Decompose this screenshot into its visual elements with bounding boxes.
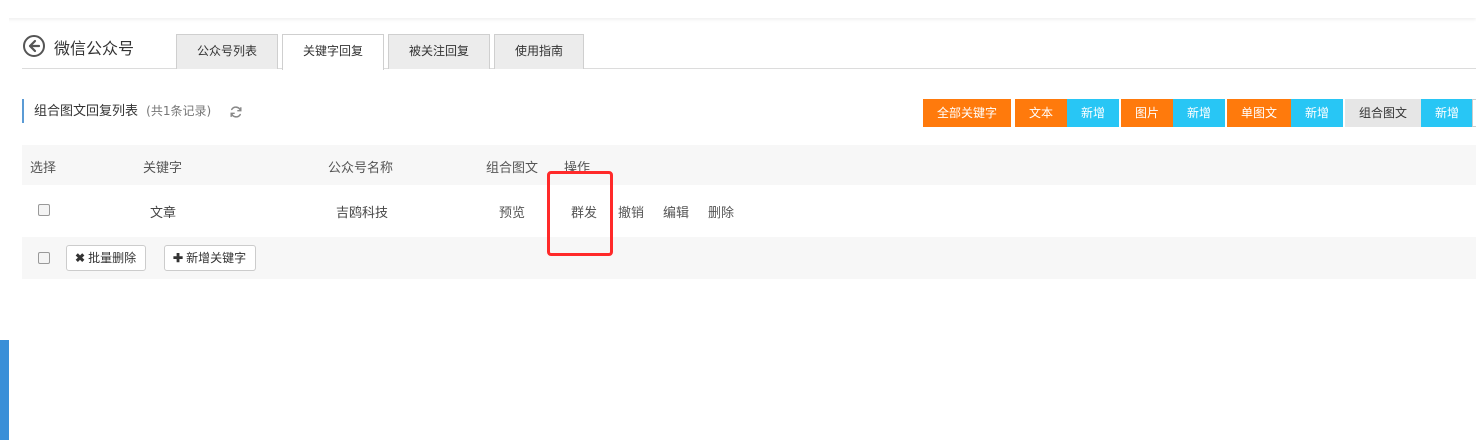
preview-link[interactable]: 预览 (499, 202, 525, 221)
add-keyword-label: 新增关键字 (186, 251, 247, 265)
image-filter-button[interactable]: 图片 (1121, 99, 1174, 127)
left-edge-accent (0, 340, 9, 440)
add-single-news-button[interactable]: 新增 (1291, 99, 1344, 127)
page-header: 微信公众号 公众号列表 关键字回复 被关注回复 使用指南 (22, 32, 1476, 70)
table-row: 文章 吉鸥科技 预览 群发 撤销 编辑 删除 (22, 185, 1476, 237)
page-title: 微信公众号 (54, 39, 135, 58)
batch-delete-label: 批量删除 (88, 251, 137, 265)
batch-delete-button[interactable]: ✖ 批量删除 (66, 245, 147, 271)
text-group: 文本 新增 (1015, 99, 1120, 127)
image-group: 图片 新增 (1121, 99, 1226, 127)
tab-account-list[interactable]: 公众号列表 (176, 34, 279, 69)
multi-news-group: 组合图文 新增 (1345, 99, 1474, 127)
revoke-link[interactable]: 撤销 (618, 202, 644, 221)
plus-icon: ✚ (173, 251, 184, 265)
row-checkbox[interactable] (38, 204, 50, 216)
tab-keyword-reply[interactable]: 关键字回复 (282, 34, 385, 70)
refresh-icon[interactable] (229, 105, 243, 119)
add-keyword-button[interactable]: ✚ 新增关键字 (164, 245, 257, 271)
multi-news-filter-button[interactable]: 组合图文 (1345, 99, 1422, 127)
table-footer: ✖ 批量删除 ✚ 新增关键字 (22, 237, 1476, 279)
add-text-button[interactable]: 新增 (1067, 99, 1120, 127)
single-news-group: 单图文 新增 (1227, 99, 1344, 127)
all-keywords-button[interactable]: 全部关键字 (923, 99, 1012, 127)
row-keyword: 文章 (150, 206, 177, 221)
table-header: 选择 关键字 公众号名称 组合图文 操作 (22, 145, 1476, 185)
add-multi-news-button[interactable]: 新增 (1421, 99, 1474, 127)
delete-link[interactable]: 删除 (708, 202, 734, 221)
edit-link[interactable]: 编辑 (663, 202, 689, 221)
times-icon: ✖ (75, 251, 86, 265)
list-header: 组合图文回复列表 (共1条记录) (22, 99, 243, 123)
keyword-table: 选择 关键字 公众号名称 组合图文 操作 文章 吉鸥科技 预览 群发 撤销 编辑… (22, 145, 1476, 279)
text-filter-button[interactable]: 文本 (1015, 99, 1068, 127)
back-arrow-icon[interactable] (22, 34, 46, 58)
col-select: 选择 (30, 161, 57, 176)
all-keywords-group: 全部关键字 (923, 99, 1012, 127)
record-count: (共1条记录) (146, 104, 212, 118)
col-account: 公众号名称 (328, 161, 394, 176)
left-edge (0, 0, 9, 440)
list-title: 组合图文回复列表 (34, 104, 139, 119)
top-bar (0, 0, 1476, 18)
col-multi-news: 组合图文 (486, 161, 539, 176)
tab-bar: 公众号列表 关键字回复 被关注回复 使用指南 (176, 34, 588, 70)
single-news-filter-button[interactable]: 单图文 (1227, 99, 1292, 127)
add-image-button[interactable]: 新增 (1173, 99, 1226, 127)
mass-send-link[interactable]: 群发 (571, 202, 597, 221)
cropped-button[interactable] (1472, 99, 1476, 127)
col-keyword: 关键字 (143, 161, 183, 176)
tab-follow-reply[interactable]: 被关注回复 (388, 34, 491, 69)
select-all-checkbox[interactable] (38, 252, 50, 264)
row-account: 吉鸥科技 (336, 206, 389, 221)
col-actions: 操作 (564, 161, 591, 176)
tab-guide[interactable]: 使用指南 (494, 34, 585, 69)
